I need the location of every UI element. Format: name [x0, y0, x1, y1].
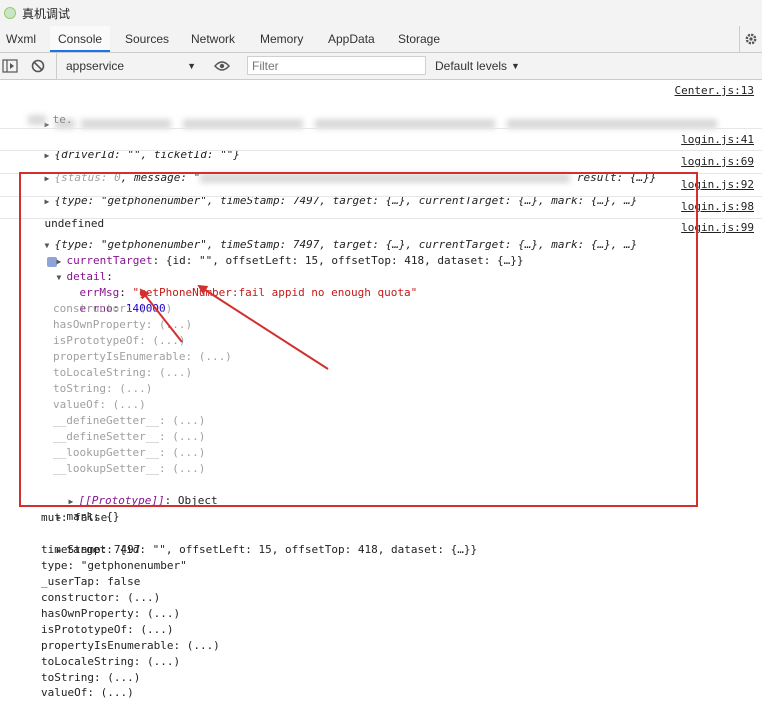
annotation-arrows — [139, 284, 329, 370]
annotation-arrow — [139, 288, 183, 343]
annotation-arrow — [197, 284, 329, 370]
